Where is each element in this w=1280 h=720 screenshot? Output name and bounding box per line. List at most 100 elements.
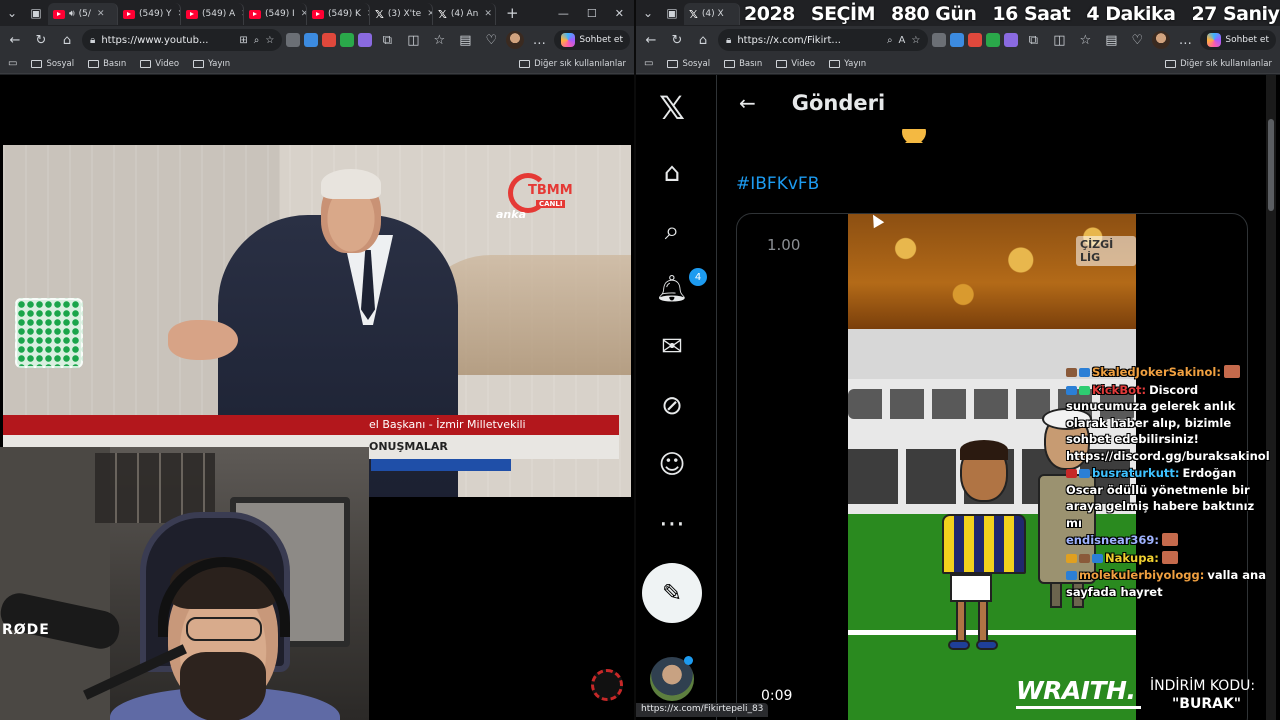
discount-code-value: "BURAK" [1172, 696, 1242, 712]
browser-essentials-icon[interactable]: ♡ [1126, 29, 1148, 51]
x-logo-icon[interactable]: 𝕏 [653, 89, 691, 127]
close-tab-icon[interactable]: ✕ [97, 9, 105, 19]
extension-icon[interactable] [986, 33, 1001, 47]
zoom-icon[interactable]: ⌕ [254, 35, 260, 46]
refresh-icon[interactable]: ↻ [666, 29, 688, 51]
bookmark-label: Basın [103, 58, 127, 69]
bookmark-toggle-icon[interactable]: ▭ [644, 58, 653, 69]
bookmark-folder-other[interactable]: Diğer sık kullanılanlar [519, 59, 626, 69]
zoom-icon[interactable]: ⌕ [887, 35, 893, 46]
back-arrow-icon[interactable]: ← [4, 29, 26, 51]
extension-icon[interactable] [1004, 33, 1019, 47]
extensions-puzzle-icon[interactable]: ⧉ [1022, 29, 1044, 51]
speaker-icon[interactable]: 🔊︎ [69, 9, 75, 19]
favorites-icon[interactable]: ☆ [428, 29, 450, 51]
video-jar-graphic [15, 298, 83, 368]
tab-actions-chevron-icon[interactable]: ⌄ [636, 0, 660, 26]
messages-icon[interactable]: ✉ [653, 328, 691, 366]
bookmark-folder-other[interactable]: Diğer sık kullanılanlar [1165, 59, 1272, 69]
notifications-bell-icon[interactable]: 🔔︎ 4 [653, 268, 707, 308]
new-tab-icon[interactable]: + [496, 4, 529, 22]
tab-x-2[interactable]: 𝕏 (4) An ✕ [433, 3, 496, 25]
bookmark-folder-yayin[interactable]: Yayın [193, 59, 230, 69]
profile-avatar[interactable] [1152, 31, 1171, 49]
favorite-star-icon[interactable]: ☆ [911, 35, 920, 46]
profile-avatar[interactable] [506, 31, 525, 49]
left-bookmarks-bar: ▭ Sosyal Basın Video Yayın Diğer sık kul… [0, 54, 634, 74]
back-arrow-icon[interactable]: ← [739, 91, 756, 115]
copilot-chat-button[interactable]: Sohbet et [1200, 30, 1276, 50]
extension-icon[interactable] [322, 33, 337, 47]
explore-search-icon[interactable]: ⌕ [653, 212, 691, 250]
bookmark-label: Video [155, 58, 180, 69]
refresh-icon[interactable]: ↻ [30, 29, 52, 51]
tab-youtube-5[interactable]: (549) K ✕ [307, 3, 370, 25]
bookmark-folder-sosyal[interactable]: Sosyal [31, 59, 74, 69]
copilot-chat-button[interactable]: Sohbet et [554, 30, 630, 50]
tab-actions-chevron-icon[interactable]: ⌄ [0, 0, 24, 26]
tab-youtube-4[interactable]: (549) I ✕ [244, 3, 307, 25]
favorite-star-icon[interactable]: ☆ [265, 35, 274, 46]
site-info-icon[interactable]: 🔒︎ [726, 35, 731, 46]
favorites-icon[interactable]: ☆ [1074, 29, 1096, 51]
bookmark-folder-basin[interactable]: Basın [724, 59, 762, 69]
back-arrow-icon[interactable]: ← [640, 29, 662, 51]
bookmark-folder-basin[interactable]: Basın [88, 59, 126, 69]
post-hashtag-link[interactable]: #IBFKvFB [736, 174, 819, 194]
player-shoe [948, 640, 970, 650]
close-window-icon[interactable]: ✕ [615, 7, 624, 20]
extension-icon[interactable] [358, 33, 373, 47]
workspaces-icon[interactable]: ▣ [660, 0, 684, 26]
streamer-webcam: RØDE [0, 447, 369, 720]
collections-icon[interactable]: ▤ [454, 29, 476, 51]
split-screen-icon[interactable]: ◫ [1048, 29, 1070, 51]
more-menu-icon[interactable]: … [1174, 29, 1196, 51]
extensions-puzzle-icon[interactable]: ⧉ [376, 29, 398, 51]
more-options-icon[interactable]: ⋯ [653, 505, 691, 543]
extension-icon[interactable] [304, 33, 319, 47]
youtube-favicon-icon [249, 9, 261, 19]
minimize-icon[interactable]: — [558, 7, 569, 20]
extension-icon[interactable] [286, 33, 301, 47]
youtube-video-player[interactable]: TBMM CANLI anka el Başkanı - İzmir Mille… [3, 145, 631, 497]
extension-icon[interactable] [950, 33, 965, 47]
bookmark-label: Yayın [208, 58, 231, 69]
split-screen-icon[interactable]: ◫ [402, 29, 424, 51]
tab-x-1[interactable]: 𝕏 (3) X'te ✕ [370, 3, 433, 25]
profile-person-icon[interactable]: ☺ [653, 446, 691, 484]
tab-x-active[interactable]: 𝕏 (4) X [684, 3, 740, 25]
sponsor-brand-logo: WRAITH. [1016, 676, 1142, 709]
page-scrollbar-thumb[interactable] [1268, 119, 1274, 211]
extension-icon[interactable] [968, 33, 983, 47]
read-aloud-icon[interactable]: A [899, 35, 906, 46]
more-menu-icon[interactable]: … [528, 29, 550, 51]
grok-icon[interactable]: ⊘ [653, 387, 691, 425]
tab-youtube-3[interactable]: (549) A ✕ [181, 3, 244, 25]
youtube-favicon-icon [186, 9, 198, 19]
home-icon[interactable]: ⌂ [56, 29, 78, 51]
bookmark-toggle-icon[interactable]: ▭ [8, 58, 17, 69]
tab-youtube-2[interactable]: (549) Y ✕ [118, 3, 181, 25]
reader-icon[interactable]: ⊞ [239, 35, 247, 46]
bookmark-folder-video[interactable]: Video [140, 59, 179, 69]
home-icon[interactable]: ⌂ [653, 154, 691, 192]
site-info-icon[interactable]: 🔒︎ [90, 35, 95, 46]
close-tab-icon[interactable]: ✕ [484, 9, 492, 19]
bookmark-folder-sosyal[interactable]: Sosyal [667, 59, 710, 69]
browser-essentials-icon[interactable]: ♡ [480, 29, 502, 51]
chat-badge-icon [1092, 553, 1103, 563]
playback-speed[interactable]: 1.00 [767, 236, 800, 254]
collections-icon[interactable]: ▤ [1100, 29, 1122, 51]
home-icon[interactable]: ⌂ [692, 29, 714, 51]
lower-third-accent [371, 459, 511, 471]
address-bar[interactable]: 🔒︎ https://x.com/Fikirt... ⌕ A ☆ [718, 29, 929, 51]
post-compose-button[interactable]: ✎ [642, 563, 702, 623]
bookmark-folder-yayin[interactable]: Yayın [829, 59, 866, 69]
workspaces-icon[interactable]: ▣ [24, 0, 48, 26]
extension-icon[interactable] [340, 33, 355, 47]
tab-youtube-1[interactable]: 🔊︎ (5/ ✕ [48, 3, 118, 25]
address-bar[interactable]: 🔒︎ https://www.youtub... ⊞ ⌕ ☆ [82, 29, 283, 51]
extension-icon[interactable] [932, 33, 947, 47]
maximize-icon[interactable]: ☐ [587, 7, 597, 20]
bookmark-folder-video[interactable]: Video [776, 59, 815, 69]
